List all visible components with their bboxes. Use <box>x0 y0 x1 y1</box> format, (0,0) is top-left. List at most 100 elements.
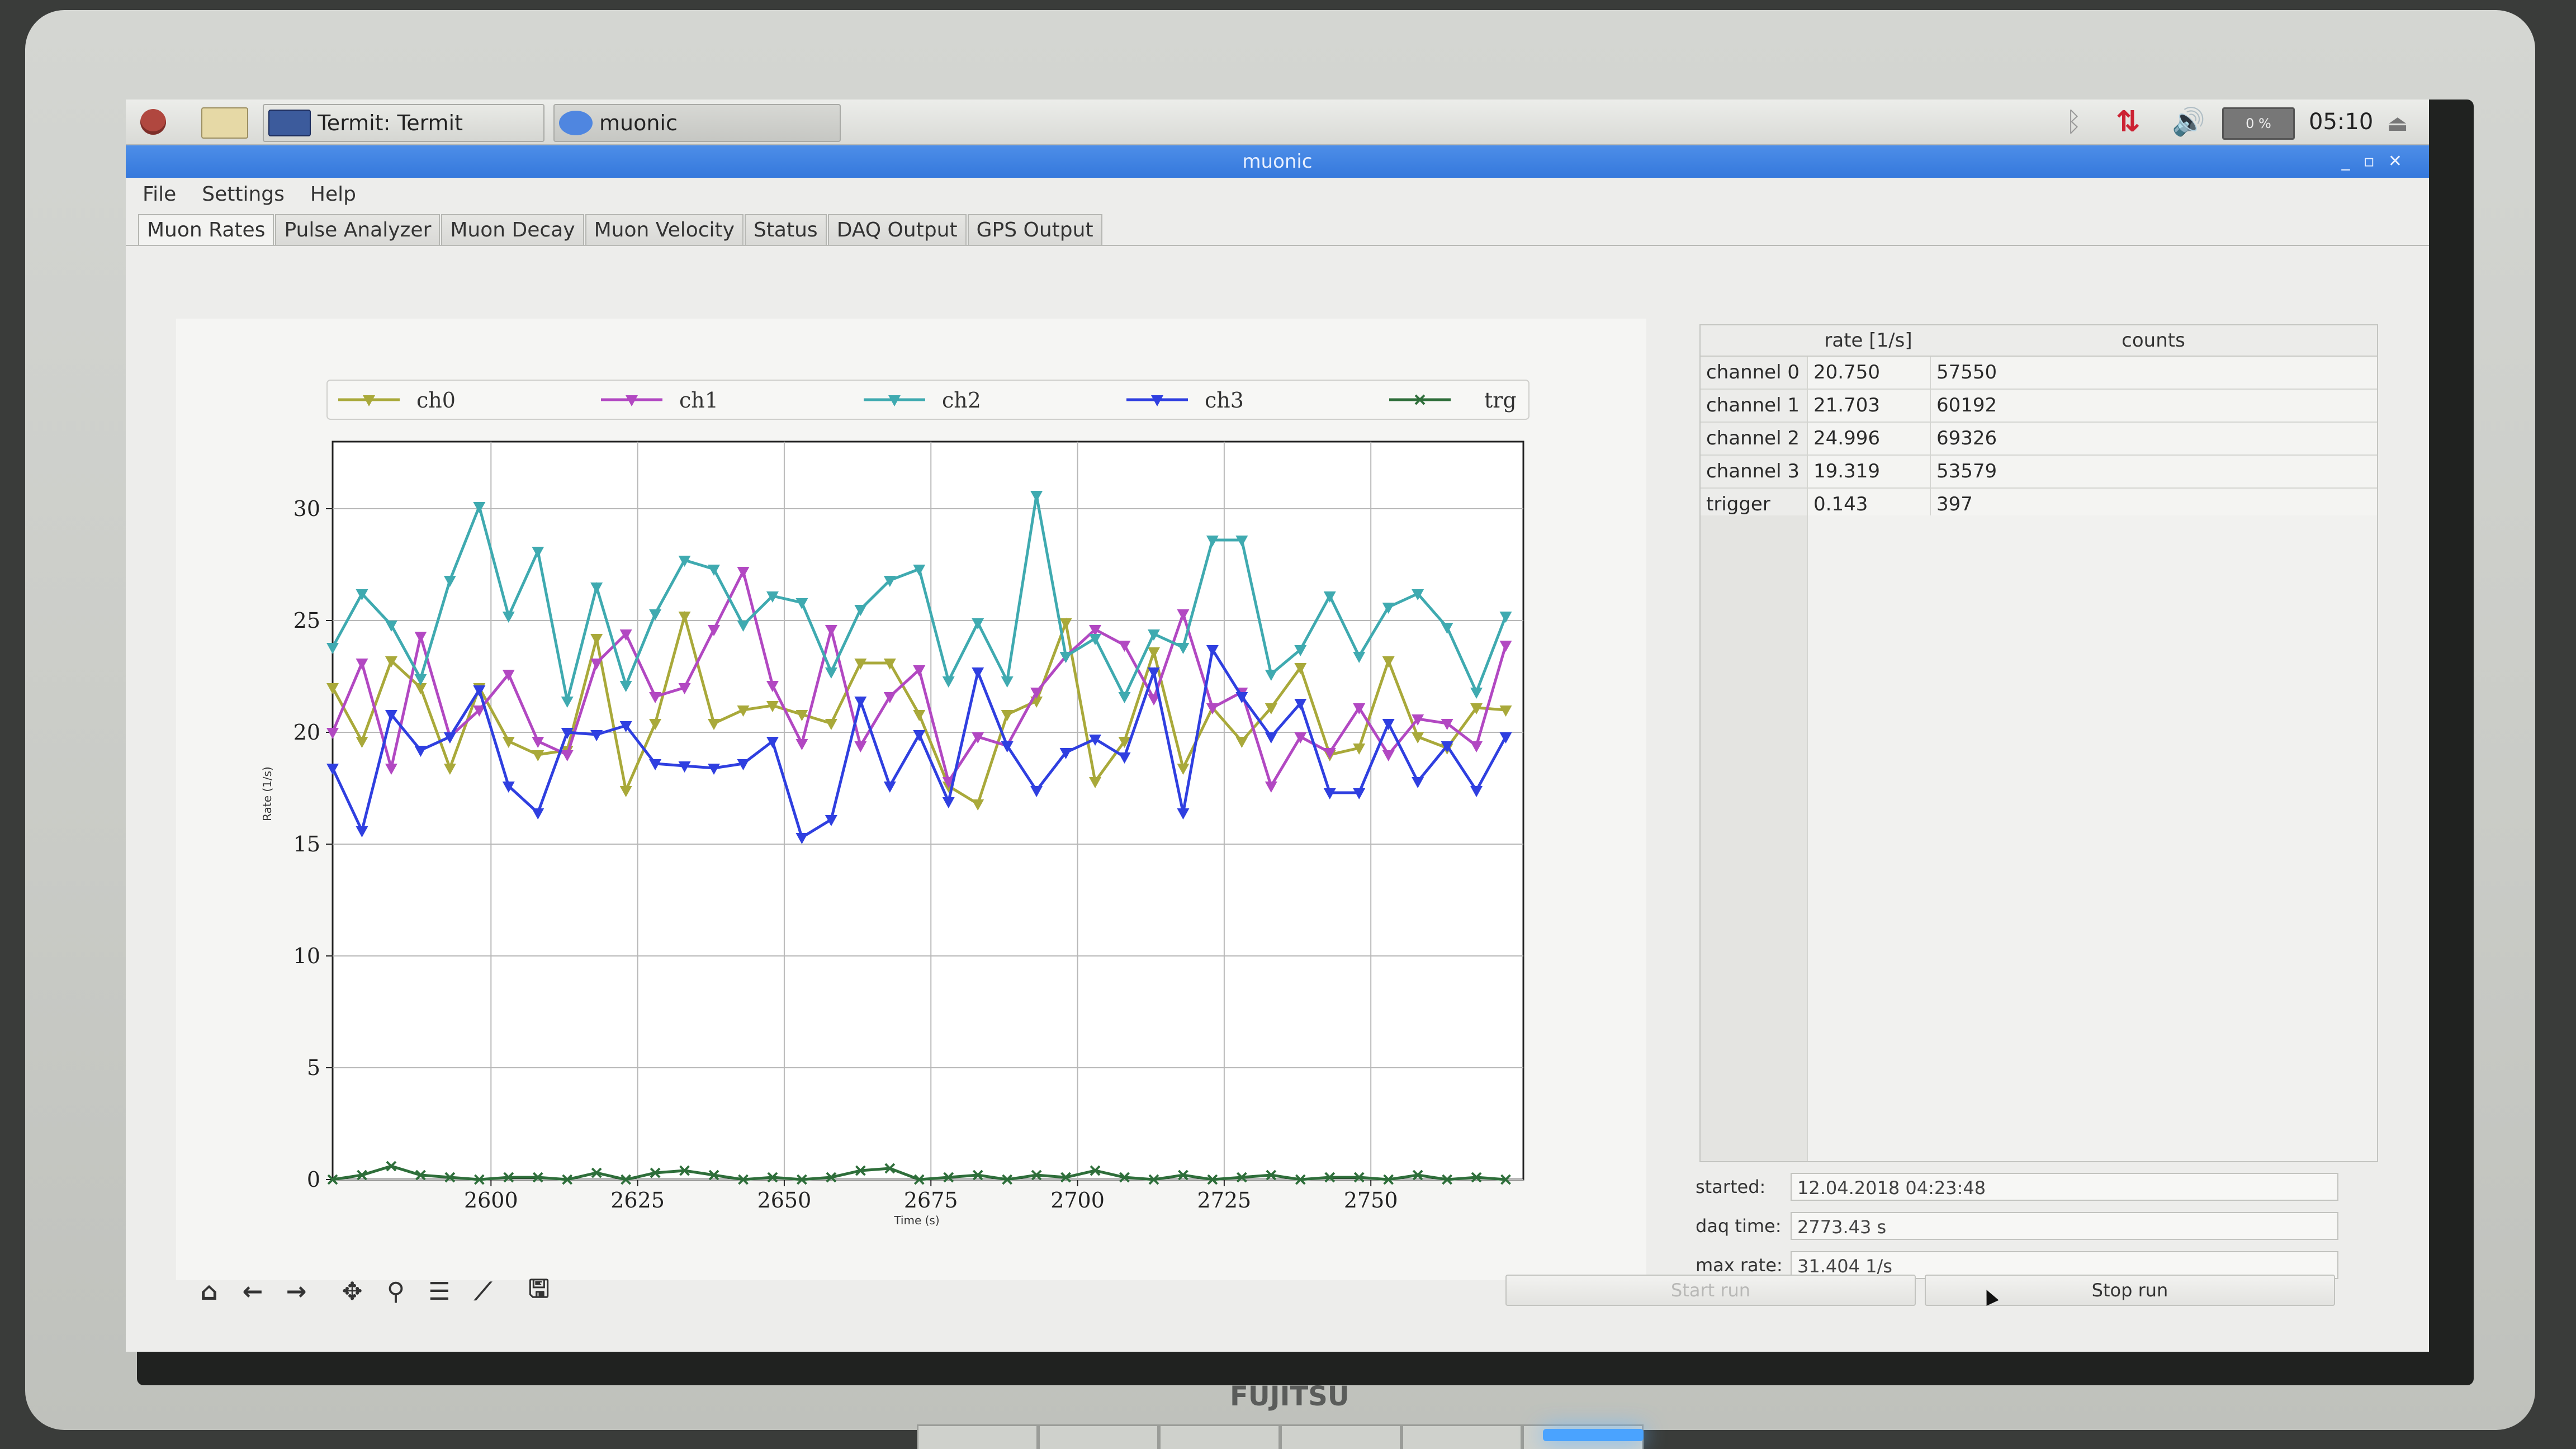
desktop-panel: Termit: Termit muonic ᛒ ⇅ 🔊 0 % 05:10 ⏏ <box>126 100 2429 145</box>
window-titlebar[interactable]: muonic _▫✕ <box>126 145 2429 178</box>
save-icon[interactable]: 🖫 <box>517 1272 561 1311</box>
back-arrow-icon[interactable]: ← <box>231 1272 274 1311</box>
row-name: channel 1 <box>1701 390 1807 422</box>
table-header: rate [1/s] counts <box>1701 325 2377 357</box>
app-window: muonic _▫✕ File Settings Help Muon Rates… <box>126 145 2429 1352</box>
legend-label-trg: trg <box>1484 388 1517 413</box>
window-controls: _▫✕ <box>2342 145 2416 178</box>
x-tick-label: 2750 <box>1344 1188 1398 1213</box>
taskbar-button-termit[interactable]: Termit: Termit <box>263 104 544 142</box>
cpu-monitor: 0 % <box>2222 107 2295 140</box>
max-rate-label: max rate: <box>1696 1254 1783 1276</box>
rate-plot[interactable]: 2600 2625 2650 2675 2700 2725 2750 0 5 10 15 20 25 30… <box>176 319 1646 1280</box>
y-tick-label: 30 <box>293 496 320 521</box>
zoom-icon[interactable]: ⚲ <box>374 1272 418 1311</box>
started-field[interactable]: 12.04.2018 04:23:48 <box>1791 1173 2338 1201</box>
row-rate: 24.996 <box>1807 423 1930 454</box>
monitor-button[interactable] <box>1280 1424 1401 1449</box>
y-tick-label: 5 <box>307 1055 320 1080</box>
row-name: channel 3 <box>1701 456 1807 487</box>
row-rate: 20.750 <box>1807 357 1930 389</box>
row-rate: 21.703 <box>1807 390 1930 422</box>
monitor-button[interactable] <box>1401 1424 1523 1449</box>
column-header-rate[interactable]: rate [1/s] <box>1807 325 1930 356</box>
daq-time-field[interactable]: 2773.43 s <box>1791 1212 2338 1240</box>
monitor-brand-logo: FUJITSU <box>1230 1381 1349 1412</box>
monitor-button[interactable] <box>917 1424 1038 1449</box>
row-rate: 19.319 <box>1807 456 1930 487</box>
tab-muon-decay[interactable]: Muon Decay <box>441 214 584 245</box>
table-empty-area <box>1701 515 2377 1161</box>
maximize-icon[interactable]: ▫ <box>2364 151 2388 171</box>
table-row[interactable]: channel 0 20.750 57550 <box>1701 357 2377 390</box>
started-label: started: <box>1696 1176 1766 1197</box>
bluetooth-icon[interactable]: ᛒ <box>2066 107 2088 136</box>
legend <box>326 380 1530 420</box>
window-title: muonic <box>1242 150 1313 173</box>
subplots-config-icon[interactable]: ☰ <box>418 1272 461 1311</box>
row-counts: 57550 <box>1930 357 2377 389</box>
column-header-name[interactable] <box>1701 325 1807 356</box>
table-row[interactable]: channel 3 19.319 53579 <box>1701 456 2377 489</box>
edit-axis-icon[interactable]: ⟋ <box>461 1272 505 1311</box>
pan-icon[interactable]: ✥ <box>330 1272 374 1311</box>
muonic-app-icon <box>559 111 593 135</box>
taskbar-label: muonic <box>599 111 678 135</box>
rate-plot-figure: 2600 2625 2650 2675 2700 2725 2750 0 5 10 15 20 25 30… <box>176 319 1646 1280</box>
rates-table: rate [1/s] counts channel 0 20.750 57550… <box>1699 324 2378 1162</box>
x-tick-label: 2725 <box>1197 1188 1252 1213</box>
tab-gps-output[interactable]: GPS Output <box>967 214 1102 245</box>
raspberry-menu-icon[interactable] <box>137 106 169 138</box>
legend-label-ch2: ch2 <box>942 388 981 413</box>
x-tick-label: 2650 <box>757 1188 812 1213</box>
plot-area <box>332 441 1524 1181</box>
terminal-icon <box>268 110 311 136</box>
minimize-icon[interactable]: _ <box>2342 151 2364 171</box>
volume-icon[interactable]: 🔊 <box>2172 107 2205 136</box>
forward-arrow-icon[interactable]: → <box>274 1272 318 1311</box>
menu-settings[interactable]: Settings <box>202 183 285 206</box>
close-icon[interactable]: ✕ <box>2388 151 2416 171</box>
column-header-counts[interactable]: counts <box>1930 325 2377 356</box>
y-tick-label: 20 <box>293 720 320 745</box>
clock[interactable]: 05:10 <box>2309 107 2373 136</box>
network-disconnected-icon[interactable]: ⇅ <box>2116 107 2149 136</box>
tab-pulse-analyzer[interactable]: Pulse Analyzer <box>275 214 441 245</box>
daq-time-label: daq time: <box>1696 1215 1782 1237</box>
x-axis-label: Time (s) <box>893 1214 939 1227</box>
y-tick-label: 15 <box>293 832 320 856</box>
power-led <box>1543 1429 1644 1441</box>
eject-icon[interactable]: ⏏ <box>2387 111 2408 136</box>
x-tick-label: 2625 <box>610 1188 665 1213</box>
menu-file[interactable]: File <box>143 183 176 206</box>
tab-muon-velocity[interactable]: Muon Velocity <box>585 214 744 245</box>
started-row: started: 12.04.2018 04:23:48 <box>1696 1171 2372 1202</box>
row-name: channel 0 <box>1701 357 1807 389</box>
monitor-button[interactable] <box>1159 1424 1281 1449</box>
taskbar-button-muonic[interactable]: muonic <box>553 104 841 142</box>
y-axis-label: Rate (1/s) <box>261 766 274 821</box>
taskbar-label: Termit: Termit <box>318 111 463 135</box>
table-row[interactable]: channel 2 24.996 69326 <box>1701 423 2377 456</box>
home-icon[interactable]: ⌂ <box>187 1272 231 1311</box>
start-run-button[interactable]: Start run <box>1505 1275 1916 1306</box>
row-counts: 69326 <box>1930 423 2377 454</box>
file-manager-icon[interactable] <box>201 107 248 139</box>
daq-time-row: daq time: 2773.43 s <box>1696 1210 2372 1242</box>
y-tick-label: 10 <box>293 944 320 968</box>
y-tick-label: 25 <box>293 608 320 633</box>
monitor-buttons <box>917 1424 1644 1449</box>
monitor-button[interactable] <box>1038 1424 1159 1449</box>
menu-help[interactable]: Help <box>310 183 356 206</box>
tab-daq-output[interactable]: DAQ Output <box>827 214 967 245</box>
tab-muon-rates[interactable]: Muon Rates <box>138 214 274 245</box>
screen: Termit: Termit muonic ᛒ ⇅ 🔊 0 % 05:10 ⏏ … <box>126 100 2429 1352</box>
x-tick-label: 2600 <box>464 1188 518 1213</box>
y-tick-label: 0 <box>307 1167 320 1192</box>
row-name: channel 2 <box>1701 423 1807 454</box>
menubar: File Settings Help <box>126 178 2429 210</box>
row-counts: 53579 <box>1930 456 2377 487</box>
table-row[interactable]: channel 1 21.703 60192 <box>1701 390 2377 423</box>
tab-status[interactable]: Status <box>744 214 827 245</box>
legend-label-ch0: ch0 <box>416 388 456 413</box>
